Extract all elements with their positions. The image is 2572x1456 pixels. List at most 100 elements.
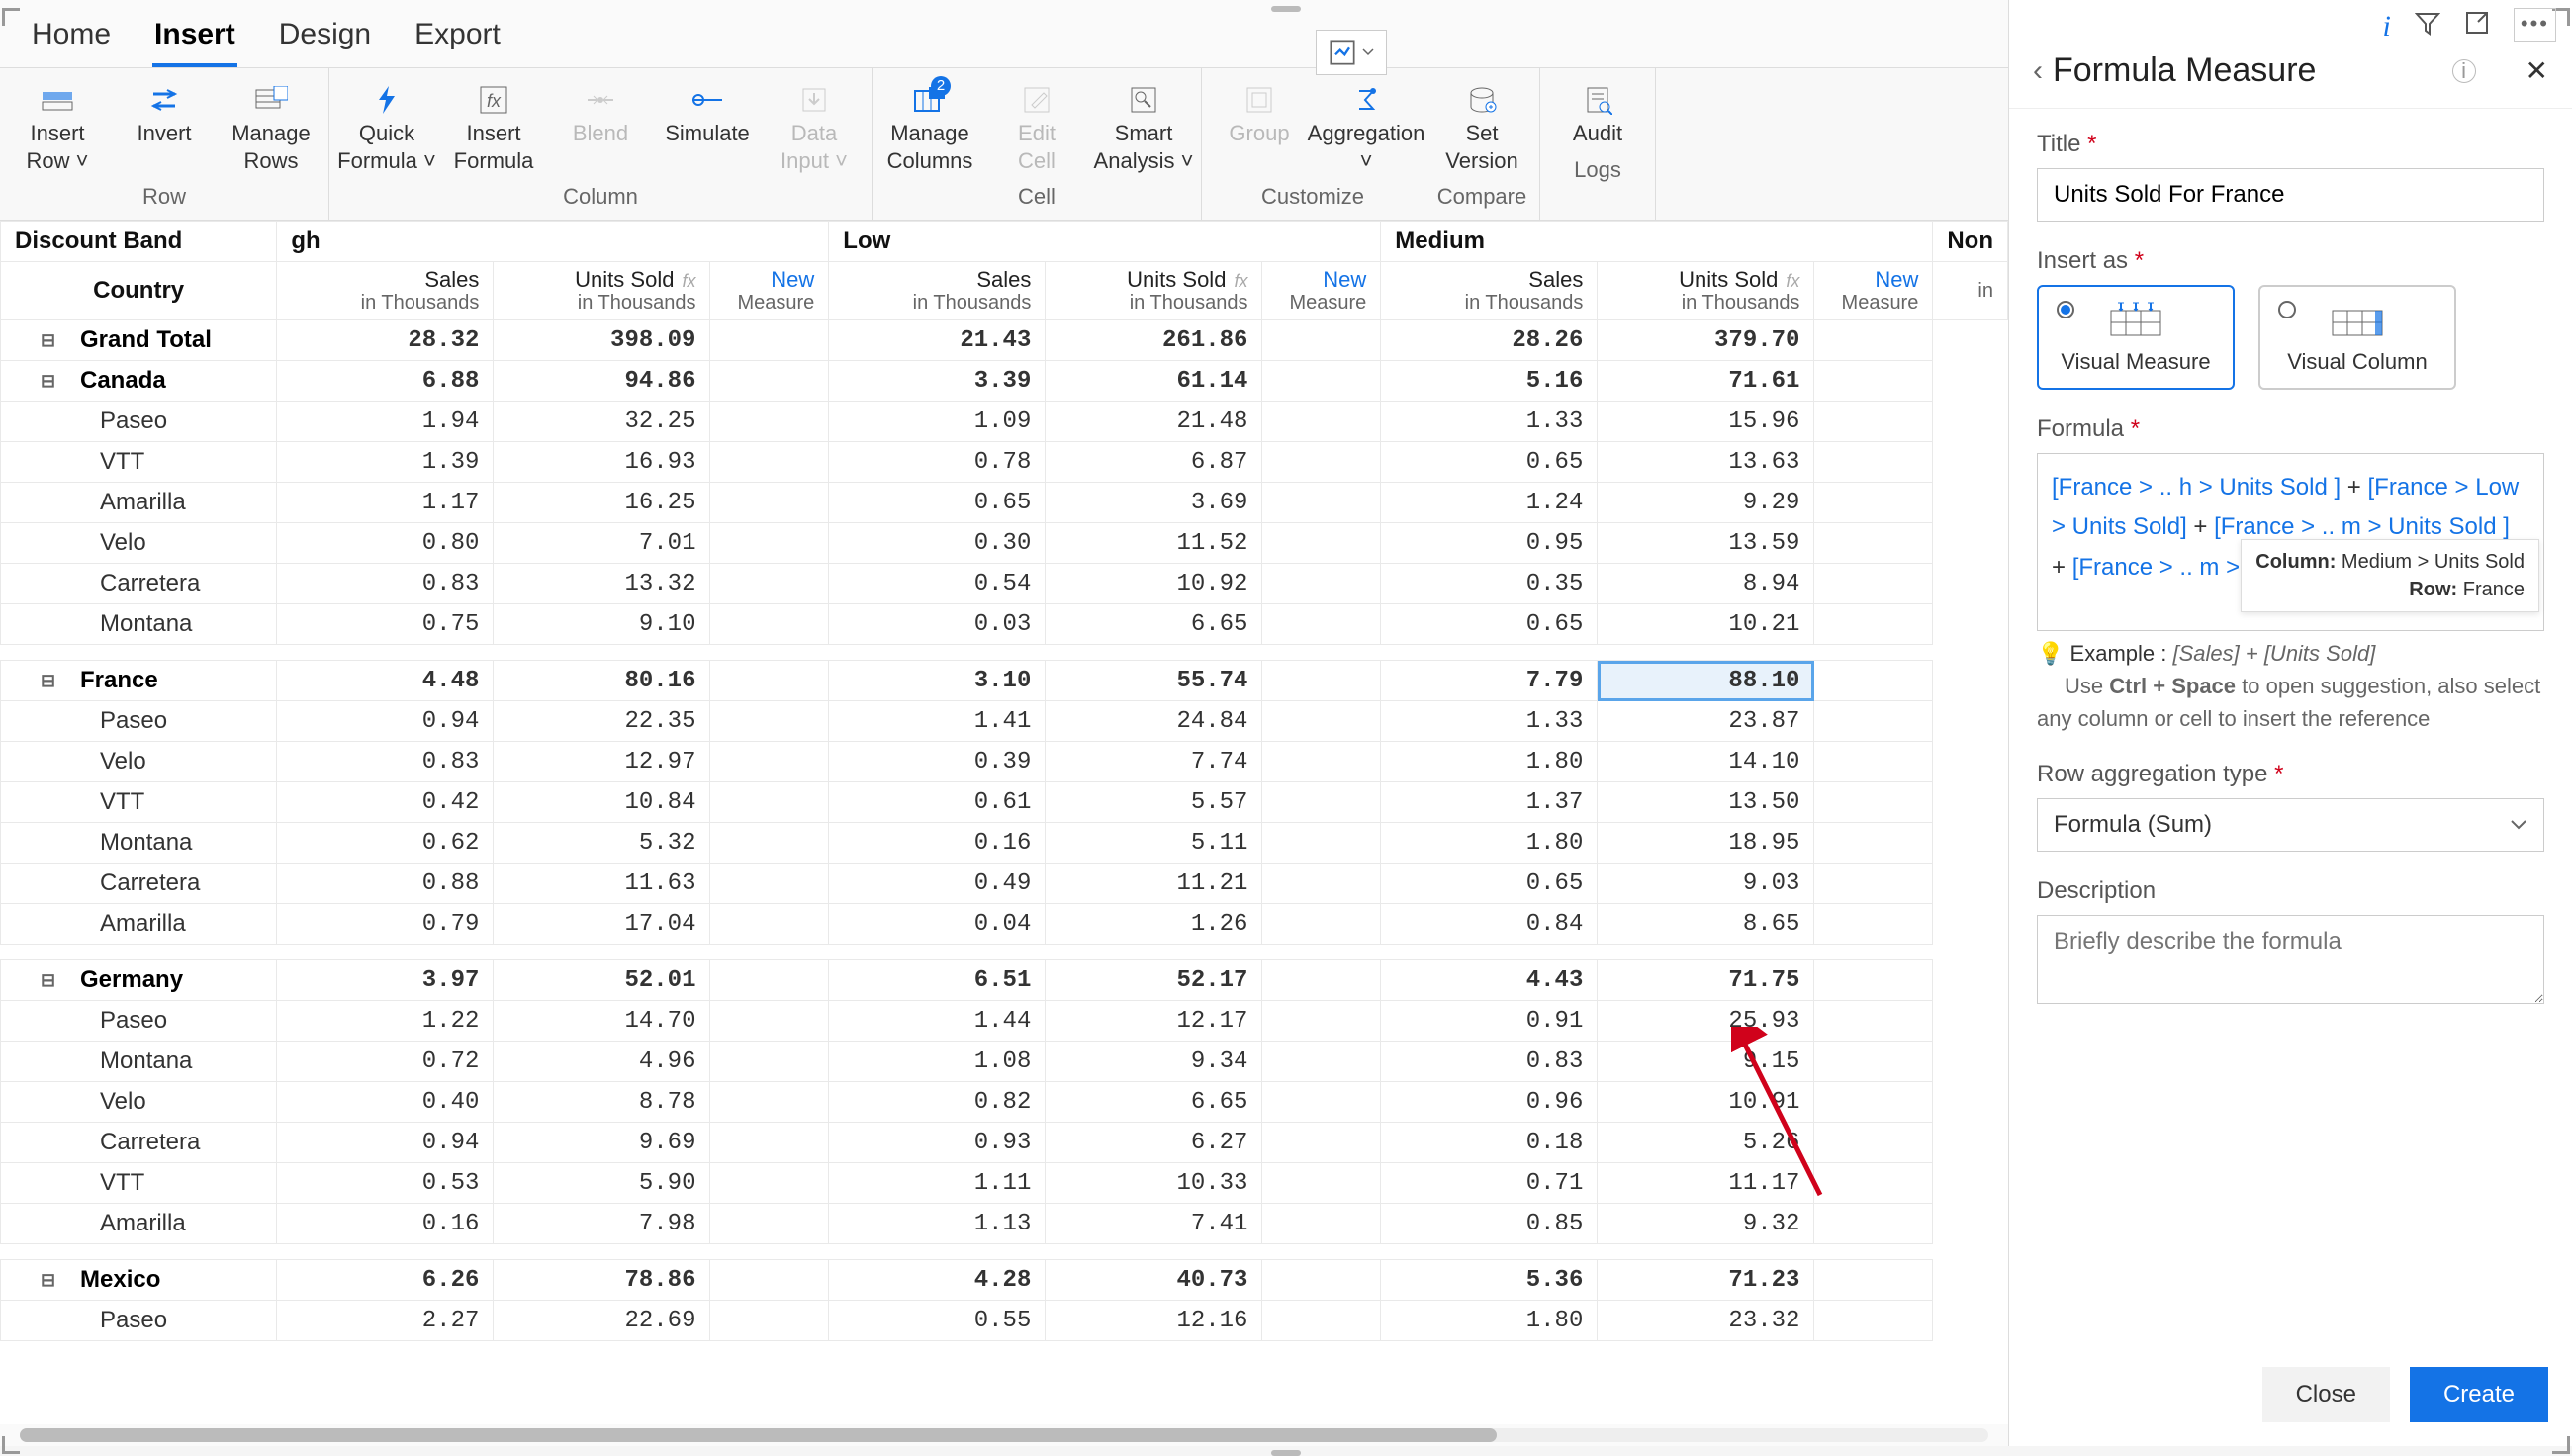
data-cell[interactable]: 3.69 — [1046, 483, 1262, 523]
band-header[interactable]: Non — [1933, 222, 2008, 262]
data-cell[interactable] — [1262, 960, 1381, 1001]
resize-handle[interactable] — [2, 1436, 20, 1454]
data-cell[interactable]: 0.80 — [277, 523, 494, 564]
more-icon[interactable]: ••• — [2514, 8, 2556, 42]
data-cell[interactable] — [1262, 1301, 1381, 1341]
data-cell[interactable]: 5.11 — [1046, 823, 1262, 864]
data-cell[interactable]: 7.01 — [494, 523, 710, 564]
data-cell[interactable]: 5.32 — [494, 823, 710, 864]
row-header[interactable]: Paseo — [1, 1301, 277, 1341]
data-cell[interactable]: 1.33 — [1381, 402, 1598, 442]
data-cell[interactable]: 0.30 — [829, 523, 1046, 564]
data-cell[interactable] — [710, 661, 829, 701]
row-header[interactable]: Amarilla — [1, 1204, 277, 1244]
data-cell[interactable]: 0.49 — [829, 864, 1046, 904]
row-header[interactable]: ⊟Canada — [1, 361, 277, 402]
data-cell[interactable]: 1.24 — [1381, 483, 1598, 523]
data-cell[interactable] — [1814, 1001, 1933, 1042]
data-cell[interactable]: 80.16 — [494, 661, 710, 701]
data-cell[interactable]: 0.78 — [829, 442, 1046, 483]
formula-token[interactable]: [France > .. m > Units Sold ] — [2214, 513, 2510, 540]
data-cell[interactable]: 52.17 — [1046, 960, 1262, 1001]
data-cell[interactable]: 3.39 — [829, 361, 1046, 402]
close-button[interactable]: Close — [2262, 1367, 2390, 1422]
row-header[interactable]: Velo — [1, 1082, 277, 1123]
formula-token[interactable]: [France > .. h > Units Sold ] — [2052, 474, 2341, 500]
data-cell[interactable]: 71.23 — [1598, 1260, 1814, 1301]
data-cell[interactable] — [710, 1204, 829, 1244]
data-cell[interactable]: 0.53 — [277, 1163, 494, 1204]
tab-export[interactable]: Export — [413, 10, 503, 67]
data-cell[interactable]: 12.16 — [1046, 1301, 1262, 1341]
data-cell[interactable]: 4.96 — [494, 1042, 710, 1082]
resize-handle[interactable] — [1271, 6, 1301, 12]
data-cell[interactable]: 9.34 — [1046, 1042, 1262, 1082]
data-cell[interactable]: 24.84 — [1046, 701, 1262, 742]
data-cell[interactable] — [1262, 701, 1381, 742]
data-cell[interactable] — [1262, 402, 1381, 442]
back-icon[interactable]: ‹ — [2033, 54, 2043, 88]
filter-icon[interactable] — [2415, 10, 2440, 44]
tab-insert[interactable]: Insert — [152, 10, 237, 67]
data-cell[interactable]: 3.10 — [829, 661, 1046, 701]
data-cell[interactable]: 22.35 — [494, 701, 710, 742]
data-cell[interactable]: 10.92 — [1046, 564, 1262, 604]
data-cell[interactable]: 0.94 — [277, 701, 494, 742]
measure-header[interactable]: Units Soldfxin Thousands — [1046, 262, 1262, 320]
data-cell[interactable] — [710, 1163, 829, 1204]
data-cell[interactable]: 23.32 — [1598, 1301, 1814, 1341]
row-header[interactable]: Carretera — [1, 1123, 277, 1163]
formula-token[interactable]: + — [2187, 513, 2214, 540]
data-cell[interactable]: 9.69 — [494, 1123, 710, 1163]
data-cell[interactable] — [710, 1082, 829, 1123]
data-cell[interactable]: 9.15 — [1598, 1042, 1814, 1082]
data-cell[interactable] — [1262, 361, 1381, 402]
data-cell[interactable] — [1814, 523, 1933, 564]
data-cell[interactable] — [1262, 483, 1381, 523]
row-header[interactable]: Montana — [1, 823, 277, 864]
data-cell[interactable] — [1814, 864, 1933, 904]
data-cell[interactable]: 71.75 — [1598, 960, 1814, 1001]
measure-header[interactable]: NewMeasure — [1262, 262, 1381, 320]
close-icon[interactable]: ✕ — [2526, 54, 2548, 87]
row-header[interactable]: ⊟Grand Total — [1, 320, 277, 361]
info-icon[interactable]: i — [2383, 10, 2391, 44]
ribbon-insert[interactable]: InsertRow ˅ — [4, 76, 111, 178]
data-cell[interactable] — [1814, 361, 1933, 402]
data-cell[interactable] — [1814, 1204, 1933, 1244]
format-visual-button[interactable] — [1316, 30, 1387, 75]
data-cell[interactable]: 0.55 — [829, 1301, 1046, 1341]
data-cell[interactable]: 6.26 — [277, 1260, 494, 1301]
data-cell[interactable]: 1.09 — [829, 402, 1046, 442]
data-cell[interactable] — [1262, 1163, 1381, 1204]
data-cell[interactable]: 6.65 — [1046, 1082, 1262, 1123]
row-header[interactable]: Montana — [1, 1042, 277, 1082]
data-cell[interactable]: 61.14 — [1046, 361, 1262, 402]
measure-header[interactable]: NewMeasure — [1814, 262, 1933, 320]
data-cell[interactable]: 0.91 — [1381, 1001, 1598, 1042]
data-cell[interactable]: 5.90 — [494, 1163, 710, 1204]
data-cell[interactable]: 0.18 — [1381, 1123, 1598, 1163]
ribbon-audit[interactable]: Audit — [1544, 76, 1651, 151]
measure-header[interactable]: Salesin Thousands — [277, 262, 494, 320]
data-cell[interactable]: 9.03 — [1598, 864, 1814, 904]
data-cell[interactable] — [1262, 782, 1381, 823]
data-cell[interactable] — [710, 564, 829, 604]
data-cell[interactable]: 4.28 — [829, 1260, 1046, 1301]
data-cell[interactable]: 1.94 — [277, 402, 494, 442]
ribbon-smart[interactable]: SmartAnalysis ˅ — [1090, 76, 1197, 178]
data-cell[interactable]: 0.65 — [1381, 604, 1598, 645]
data-cell[interactable]: 0.72 — [277, 1042, 494, 1082]
data-cell[interactable]: 0.93 — [829, 1123, 1046, 1163]
data-cell[interactable]: 16.93 — [494, 442, 710, 483]
data-cell[interactable]: 88.10 — [1598, 661, 1814, 701]
data-cell[interactable] — [1262, 904, 1381, 945]
resize-handle[interactable] — [1271, 1450, 1301, 1456]
data-cell[interactable] — [1814, 701, 1933, 742]
ribbon-aggregation[interactable]: Aggregation˅ — [1313, 76, 1420, 178]
data-cell[interactable]: 17.04 — [494, 904, 710, 945]
data-cell[interactable]: 1.26 — [1046, 904, 1262, 945]
data-cell[interactable] — [1262, 442, 1381, 483]
data-cell[interactable]: 0.65 — [1381, 864, 1598, 904]
data-cell[interactable]: 7.98 — [494, 1204, 710, 1244]
